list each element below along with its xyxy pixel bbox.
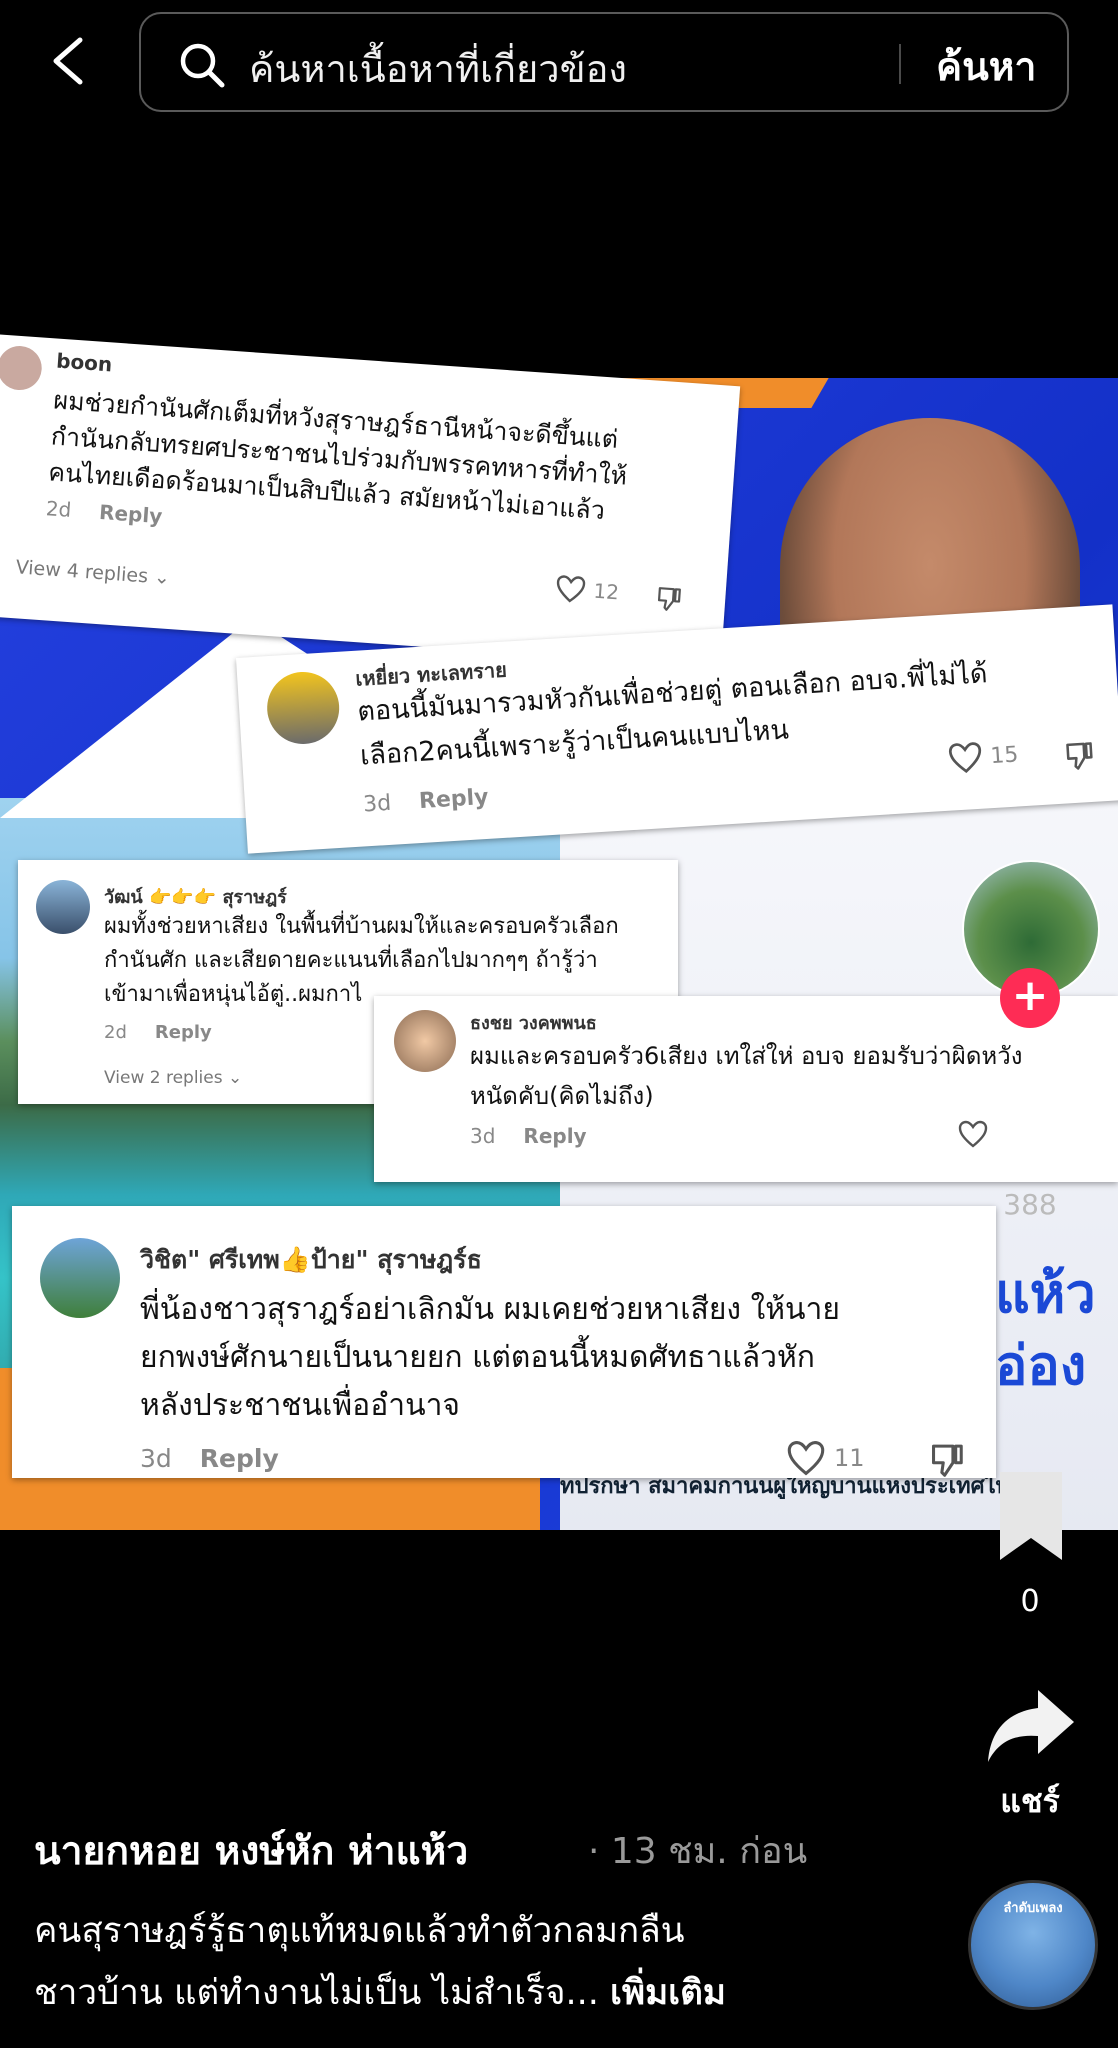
comment-meta: 3d Reply (362, 785, 489, 818)
video-overlay-text: แห้ว อ่อง (995, 1262, 1096, 1397)
view-replies[interactable]: View 4 replies ⌄ (15, 556, 171, 589)
description-line-2: ชาวบ้าน แต่ทำงานไม่เป็น ไม่สำเร็จ... เพิ… (34, 1962, 854, 2024)
search-placeholder[interactable]: ค้นหาเนื้อหาที่เกี่ยวข้อง (249, 38, 627, 99)
comment-text-line: ผมทั้งช่วยหาเสียง ในพื้นที่บ้านผมให้และค… (104, 914, 619, 939)
comment-username[interactable]: ธงชย วงคพพนธ (470, 1008, 597, 1037)
dislike-icon[interactable] (1063, 740, 1095, 772)
comment-like[interactable]: 15 (947, 738, 1019, 774)
comment-text-line: พี่น้องชาวสุราฎร์อย่าเลิกมัน ผมเคยช่วยหา… (140, 1292, 840, 1327)
view-replies-label[interactable]: View 2 replies (104, 1068, 223, 1088)
comment-age: 3d (140, 1444, 172, 1473)
avatar[interactable] (0, 344, 44, 392)
heart-icon (556, 575, 586, 603)
comment-text-line: ยกพงษ์ศักนายเป็นนายยก แต่ตอนนี้หมดศัทธาแ… (140, 1340, 815, 1375)
avatar[interactable] (265, 669, 342, 747)
heart-icon (948, 742, 982, 773)
back-arrow-icon[interactable] (46, 36, 90, 86)
heart-icon[interactable] (958, 1120, 988, 1148)
bookmark-icon[interactable] (996, 1468, 1066, 1564)
like-count: 11 (834, 1444, 865, 1472)
comment-text-line: หนัดคับ(คิดไม่ถึง) (470, 1082, 654, 1110)
share-label[interactable]: แชร์ (970, 1776, 1090, 1827)
comment-card: boon ผมช่วยกำนันศักเต็มที่หวังสุราษฎร์ธา… (0, 334, 741, 668)
comment-text-line: กำนันศัก และเสียดายคะแนนที่เลือกไปมากๆๆ … (104, 948, 598, 973)
view-replies[interactable]: View 2 replies ⌄ (104, 1068, 242, 1088)
reply-button[interactable]: Reply (98, 500, 163, 528)
reply-button[interactable]: Reply (200, 1444, 279, 1473)
like-heart-icon[interactable] (985, 1080, 1075, 1170)
music-disc-label: ลำดับเพลง (1003, 1901, 1063, 1916)
share-icon[interactable] (984, 1686, 1078, 1766)
search-divider (899, 44, 901, 84)
avatar[interactable] (40, 1238, 120, 1318)
music-disc[interactable]: ลำดับเพลง (968, 1880, 1098, 2010)
search-icon (180, 43, 225, 88)
comment-age: 2d (104, 1022, 127, 1043)
avatar[interactable] (36, 880, 90, 934)
comment-text-line: ผมและครอบครัว6เสียง เทใส่ให่ อบจ ยอมรับว… (470, 1042, 1023, 1070)
heart-icon (787, 1441, 825, 1476)
comment-meta: 3d Reply (470, 1124, 587, 1148)
post-description[interactable]: คนสุราษฎร์รู้ธาตุแท้หมดแล้วทำตัวกลมกลืน … (34, 1900, 854, 2024)
description-text: ชาวบ้าน แต่ทำงานไม่เป็น ไม่สำเร็จ... (34, 1973, 611, 2013)
comment-username[interactable]: วัฒน์ 👉👉👉 สุราษฎร์ (104, 882, 287, 911)
comment-username[interactable]: วิชิต" ศรีเทพ👍ป้าย" สุราษฎร์ธ (140, 1240, 482, 1280)
reply-button[interactable]: Reply (418, 785, 489, 814)
comment-age: 3d (362, 790, 392, 818)
comment-age: 3d (470, 1124, 496, 1148)
comment-text-line: เข้ามาเพื่อหนุ่นไอ้ตู่..ผมกาไ (104, 982, 363, 1007)
description-line: คนสุราษฎร์รู้ธาตุแท้หมดแล้วทำตัวกลมกลืน (34, 1911, 685, 1951)
comment-like[interactable]: 11 (786, 1440, 865, 1476)
see-more-link[interactable]: เพิ่มเติม (610, 1973, 726, 2013)
comment-like[interactable]: 12 (555, 574, 620, 606)
comment-username[interactable]: boon (55, 349, 113, 377)
post-time: · 13 ชม. ก่อน (588, 1831, 808, 1872)
like-count: 12 (592, 578, 620, 605)
bookmark-count: 0 (1020, 1584, 1040, 1619)
comment-age: 2d (45, 496, 73, 522)
reply-button[interactable]: Reply (523, 1124, 586, 1148)
follow-button[interactable]: + (1000, 968, 1060, 1028)
avatar[interactable] (394, 1010, 456, 1072)
comment-card: วิชิต" ศรีเทพ👍ป้าย" สุราษฎร์ธ พี่น้องชาว… (12, 1206, 996, 1478)
reply-button[interactable]: Reply (155, 1022, 212, 1043)
comment-meta: 3d Reply (140, 1444, 279, 1473)
view-replies-label[interactable]: View 4 replies (15, 556, 149, 587)
like-count: 15 (989, 741, 1020, 769)
dislike-icon[interactable] (654, 585, 682, 613)
dislike-icon[interactable] (928, 1442, 964, 1478)
search-bar[interactable]: ค้นหาเนื้อหาที่เกี่ยวข้อง ค้นหา (139, 12, 1069, 112)
post-author[interactable]: นายกหอย หงษ์หัก ห่าแห้ว (34, 1820, 468, 1882)
comment-text-line: หลังประชาชนเพื่ออำนาจ (140, 1388, 460, 1423)
comment-meta: 2d Reply (104, 1022, 212, 1043)
like-count: 388 (1003, 1188, 1057, 1221)
search-button[interactable]: ค้นหา (936, 36, 1036, 98)
comment-meta: 2d Reply (45, 496, 163, 528)
